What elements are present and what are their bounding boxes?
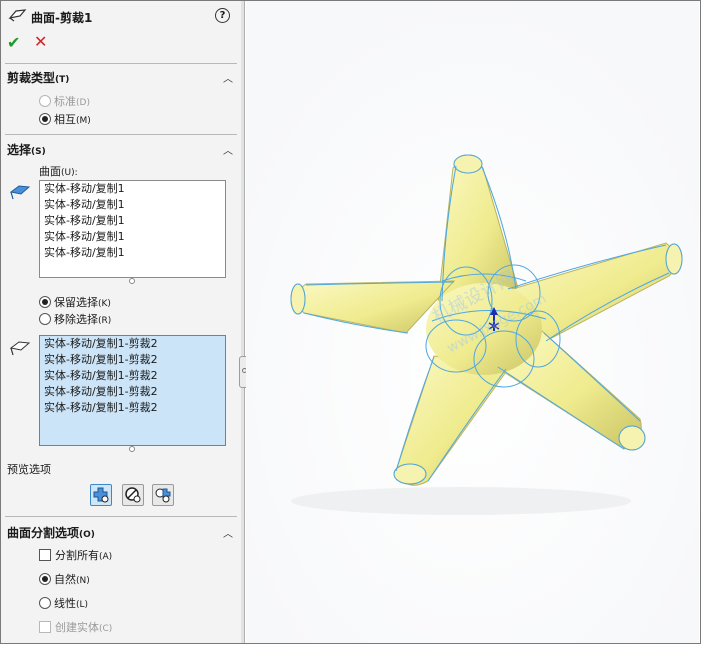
radio-icon [39, 95, 51, 107]
trim-type-standard-radio[interactable]: 标准(D) [39, 93, 90, 109]
natural-radio[interactable]: 自然(N) [39, 571, 90, 587]
pieces-list[interactable]: 实体-移动/复制1-剪裁2 实体-移动/复制1-剪裁2 实体-移动/复制1-剪裁… [39, 335, 226, 446]
chevron-up-icon[interactable]: ︿ [223, 70, 233, 85]
list-item[interactable]: 实体-移动/复制1-剪裁2 [40, 352, 225, 368]
panel-title: 曲面-剪裁1 [31, 11, 93, 25]
trim-type-header[interactable]: 剪裁类型(T) [7, 69, 69, 86]
remove-selection-radio[interactable]: 移除选择(R) [39, 311, 111, 327]
chevron-up-icon[interactable]: ︿ [223, 525, 233, 540]
list-item[interactable]: 实体-移动/复制1-剪裁2 [40, 336, 225, 352]
show-included-button[interactable] [90, 484, 112, 506]
list-item[interactable]: 实体-移动/复制1 [40, 197, 225, 213]
radio-icon [39, 597, 51, 609]
list-item[interactable]: 实体-移动/复制1 [40, 213, 225, 229]
checkmark-icon[interactable]: ✔ [7, 33, 20, 52]
surfaces-label: 曲面(U): [39, 165, 78, 178]
show-both-button[interactable] [152, 484, 174, 506]
list-item[interactable]: 实体-移动/复制1 [40, 245, 225, 261]
keep-selection-radio[interactable]: 保留选择(K) [39, 294, 111, 310]
selection-header[interactable]: 选择(S) [7, 141, 46, 158]
panel-splitter[interactable] [241, 1, 245, 643]
preview-options-label: 预览选项 [7, 463, 51, 476]
surface-trim-icon [8, 9, 27, 22]
split-options-header[interactable]: 曲面分割选项(O) [7, 524, 95, 541]
surface-selection-icon [9, 185, 31, 200]
resize-handle[interactable] [129, 278, 135, 284]
trim-type-mutual-radio[interactable]: 相互(M) [39, 111, 91, 127]
help-icon[interactable]: ? [215, 8, 230, 23]
list-item[interactable]: 实体-移动/复制1 [40, 181, 225, 197]
radio-selected-icon [39, 113, 51, 125]
property-manager-panel: 曲面-剪裁1 ? ✔ ✕ 剪裁类型(T) ︿ 标准(D) 相互(M) 选择(S)… [1, 1, 242, 643]
resize-handle[interactable] [129, 446, 135, 452]
radio-icon [39, 313, 51, 325]
list-item[interactable]: 实体-移动/复制1 [40, 229, 225, 245]
radio-selected-icon [39, 296, 51, 308]
linear-radio[interactable]: 线性(L) [39, 595, 88, 611]
graphics-viewport[interactable]: 机械设计网 www.jxage.com [246, 1, 699, 643]
both-preview-icon [155, 488, 171, 503]
split-all-checkbox[interactable]: 分割所有(A) [39, 547, 112, 563]
chevron-up-icon[interactable]: ︿ [223, 142, 233, 157]
surfaces-list[interactable]: 实体-移动/复制1 实体-移动/复制1 实体-移动/复制1 实体-移动/复制1 … [39, 180, 226, 278]
pieces-selection-icon [9, 341, 31, 356]
floor-shadow [291, 487, 631, 515]
checkbox-icon [39, 621, 51, 633]
include-preview-icon [93, 487, 109, 503]
exclude-preview-icon [125, 487, 141, 503]
list-item[interactable]: 实体-移动/复制1-剪裁2 [40, 384, 225, 400]
list-item[interactable]: 实体-移动/复制1-剪裁2 [40, 368, 225, 384]
checkbox-icon [39, 549, 51, 561]
close-icon[interactable]: ✕ [34, 32, 47, 51]
create-solid-checkbox[interactable]: 创建实体(C) [39, 619, 112, 635]
show-excluded-button[interactable] [122, 484, 144, 506]
list-item[interactable]: 实体-移动/复制1-剪裁2 [40, 400, 225, 416]
radio-selected-icon [39, 573, 51, 585]
star-model[interactable]: 机械设计网 www.jxage.com [246, 1, 699, 643]
